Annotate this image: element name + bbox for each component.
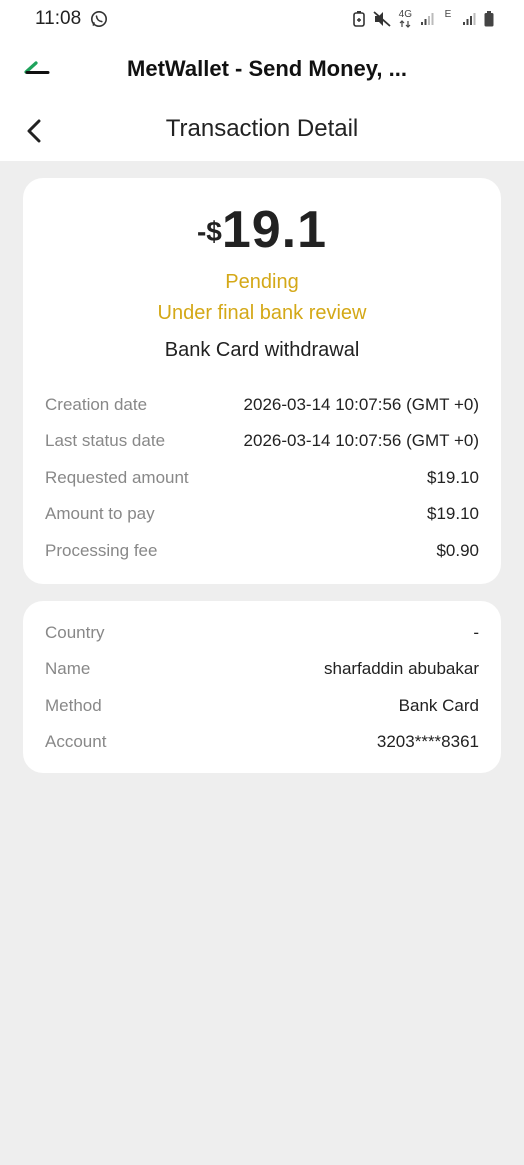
detail-value: - <box>473 623 479 642</box>
detail-row-amount-to-pay: Amount to pay $19.10 <box>45 504 479 528</box>
detail-value: 3203****8361 <box>376 732 479 751</box>
detail-row-method: Method Bank Card <box>45 696 479 720</box>
detail-label: Processing fee <box>45 541 158 560</box>
network-label-2: E <box>444 9 452 20</box>
detail-label: Requested amount <box>45 468 189 487</box>
mute-icon <box>373 11 391 27</box>
status-text: Pending <box>225 271 299 293</box>
signal-icon-1 <box>420 12 434 26</box>
detail-row-requested-amount: Requested amount $19.10 <box>45 468 479 492</box>
status-icons: 4G E <box>352 9 494 29</box>
amount-value: 19.1 <box>221 201 328 259</box>
detail-row-account: Account 3203****8361 <box>45 732 479 756</box>
app-bar: MetWallet - Send Money, ... <box>0 38 524 100</box>
detail-label: Method <box>45 696 102 715</box>
network-e-icon: E <box>442 10 454 28</box>
nav-bar: Transaction Detail <box>0 100 524 161</box>
detail-value: sharfaddin abubakar <box>323 659 479 678</box>
detail-label: Last status date <box>45 431 166 450</box>
detail-value: $0.90 <box>436 541 479 560</box>
detail-label: Creation date <box>45 395 148 414</box>
transaction-type: Bank Card withdrawal <box>164 339 360 361</box>
amount-prefix: -$ <box>196 216 222 247</box>
signal-icon-2 <box>462 12 476 26</box>
network-label: 4G <box>398 9 412 20</box>
transaction-card: -$19.1 Pending Under final bank review B… <box>23 178 501 584</box>
status-time: 11:08 <box>35 8 82 29</box>
detail-value: $19.10 <box>427 468 479 487</box>
detail-label: Name <box>45 659 91 678</box>
network-4g-icon: 4G <box>399 10 412 28</box>
detail-row-processing-fee: Processing fee $0.90 <box>45 541 479 565</box>
detail-row-name: Name sharfaddin abubakar <box>45 659 479 683</box>
detail-row-creation-date: Creation date 2026-03-14 10:07:56 (GMT +… <box>45 395 479 419</box>
detail-value: 2026-03-14 10:07:56 (GMT +0) <box>243 431 479 450</box>
detail-label: Account <box>45 732 107 751</box>
detail-label: Country <box>45 623 105 642</box>
detail-label: Amount to pay <box>45 504 155 523</box>
battery-saver-icon <box>352 11 365 27</box>
battery-icon <box>484 11 494 27</box>
detail-row-country: Country - <box>45 623 479 647</box>
page-title: Transaction Detail <box>165 115 359 142</box>
detail-value: 2026-03-14 10:07:56 (GMT +0) <box>243 395 479 414</box>
recipient-card: Country - Name sharfaddin abubakar Metho… <box>23 601 501 773</box>
status-bar: 11:08 4G E <box>0 0 524 38</box>
app-title: MetWallet - Send Money, ... <box>127 56 407 81</box>
transaction-amount: -$19.1 <box>23 200 501 260</box>
whatsapp-icon <box>90 10 108 33</box>
detail-value: Bank Card <box>398 696 479 715</box>
detail-row-last-status-date: Last status date 2026-03-14 10:07:56 (GM… <box>45 431 479 455</box>
status-detail-text: Under final bank review <box>157 302 367 324</box>
detail-value: $19.10 <box>427 504 479 523</box>
